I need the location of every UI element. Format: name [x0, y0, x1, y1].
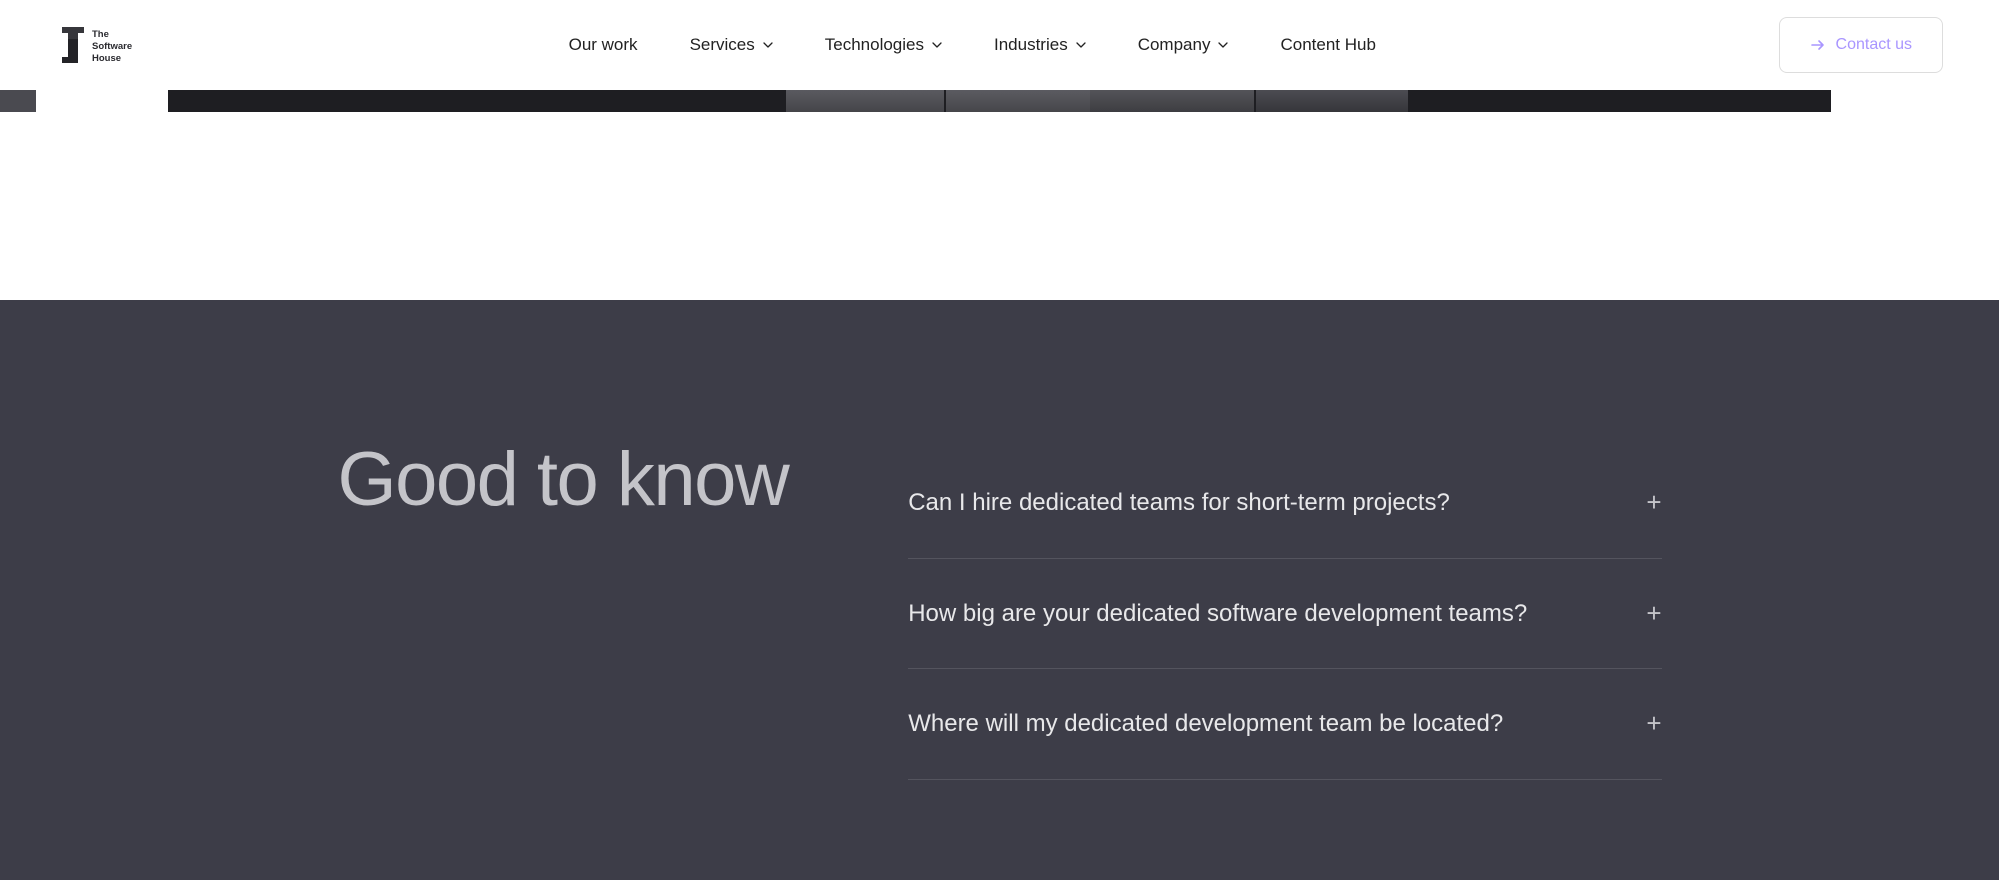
- main-nav: Our work Services Technologies Industrie…: [166, 35, 1779, 55]
- preview-row: [0, 90, 1999, 205]
- nav-our-work[interactable]: Our work: [569, 35, 638, 55]
- faq-item[interactable]: Where will my dedicated development team…: [908, 669, 1661, 780]
- preview-edge: [0, 90, 36, 112]
- svg-text:Software: Software: [92, 41, 132, 52]
- page: Good to know Can I hire dedicated teams …: [0, 90, 1999, 880]
- faq-item[interactable]: Can I hire dedicated teams for short-ter…: [908, 448, 1661, 559]
- svg-text:House: House: [92, 53, 121, 64]
- nav-item-label: Services: [690, 35, 755, 55]
- plus-icon: +: [1646, 487, 1661, 518]
- nav-item-label: Technologies: [825, 35, 924, 55]
- contact-us-label: Contact us: [1836, 36, 1912, 54]
- nav-item-label: Our work: [569, 35, 638, 55]
- nav-item-label: Company: [1138, 35, 1211, 55]
- nav-technologies[interactable]: Technologies: [825, 35, 942, 55]
- chevron-down-icon: [932, 40, 942, 50]
- chevron-down-icon: [1076, 40, 1086, 50]
- nav-industries[interactable]: Industries: [994, 35, 1086, 55]
- faq-section: Good to know Can I hire dedicated teams …: [0, 300, 1999, 880]
- nav-services[interactable]: Services: [690, 35, 773, 55]
- arrow-right-icon: [1810, 37, 1826, 53]
- contact-us-button[interactable]: Contact us: [1779, 17, 1943, 73]
- nav-item-label: Industries: [994, 35, 1068, 55]
- preview-thumb: [786, 90, 944, 112]
- preview-thumb: [1256, 90, 1408, 112]
- chevron-down-icon: [763, 40, 773, 50]
- svg-text:The: The: [92, 29, 109, 40]
- faq-item[interactable]: How big are your dedicated software deve…: [908, 559, 1661, 670]
- logo[interactable]: The Software House: [56, 21, 166, 69]
- chevron-down-icon: [1218, 40, 1228, 50]
- plus-icon: +: [1646, 598, 1661, 629]
- faq-heading: Good to know: [338, 440, 789, 780]
- nav-company[interactable]: Company: [1138, 35, 1229, 55]
- faq-question: Where will my dedicated development team…: [908, 707, 1503, 741]
- header: The Software House Our work Services Tec…: [0, 0, 1999, 90]
- nav-content-hub[interactable]: Content Hub: [1280, 35, 1375, 55]
- faq-question: How big are your dedicated software deve…: [908, 597, 1527, 631]
- preview-thumb: [946, 90, 1114, 112]
- preview-thumb: [1090, 90, 1254, 112]
- plus-icon: +: [1646, 708, 1661, 739]
- faq-wrap: Good to know Can I hire dedicated teams …: [170, 440, 1830, 780]
- faq-list: Can I hire dedicated teams for short-ter…: [908, 448, 1661, 780]
- faq-question: Can I hire dedicated teams for short-ter…: [908, 486, 1450, 520]
- nav-item-label: Content Hub: [1280, 35, 1375, 55]
